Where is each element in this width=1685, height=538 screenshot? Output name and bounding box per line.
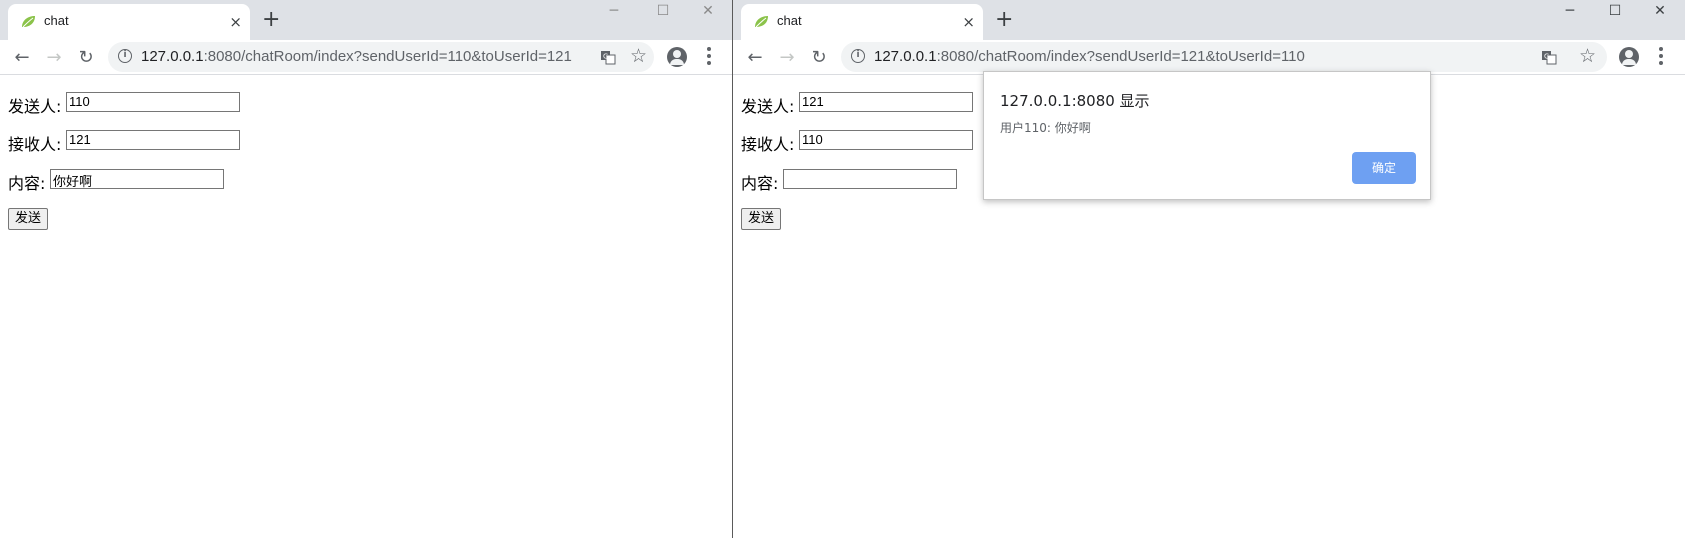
address-bar[interactable]: i 127.0.0.1:8080/chatRoom/index?sendUser… [841,42,1607,72]
tab-chat[interactable]: chat × [741,4,983,40]
content-input[interactable] [783,169,957,189]
alert-message: 用户110: 你好啊 [1000,121,1091,135]
content-label: 内容: [8,174,46,193]
tab-title: chat [777,13,802,28]
menu-icon[interactable] [1659,47,1663,67]
url-text[interactable]: 127.0.0.1:8080/chatRoom/index?sendUserId… [141,48,572,65]
toolbar: ← → ↻ i 127.0.0.1:8080/chatRoom/index?se… [733,40,1685,75]
sender-label: 发送人: [741,97,795,116]
send-button[interactable]: 发送 [8,208,49,230]
page-content: 发送人: 110 接收人: 121 内容: 你好啊 发送 [0,75,732,538]
sender-label: 发送人: [8,97,62,116]
receiver-input[interactable]: 110 [799,130,973,150]
forward-icon[interactable]: → [42,46,66,70]
browser-window-left: chat × + ─ ☐ ✕ ← → ↻ i 127.0.0.1:8080/ch… [0,0,733,538]
receiver-label: 接收人: [8,135,62,154]
svg-text:G: G [603,53,608,61]
close-window-button[interactable]: ✕ [688,0,728,30]
back-icon[interactable]: ← [10,46,34,70]
bookmark-star-icon[interactable]: ☆ [630,45,647,67]
spring-leaf-icon [22,16,35,28]
tab-close-icon[interactable]: × [229,14,242,30]
sender-input[interactable]: 110 [66,92,240,112]
translate-icon[interactable]: G [600,49,616,65]
info-icon[interactable]: i [118,49,132,63]
alert-dialog: 127.0.0.1:8080 显示 用户110: 你好啊 确定 [983,71,1431,200]
info-icon[interactable]: i [851,49,865,63]
content-label: 内容: [741,174,779,193]
new-tab-button[interactable]: + [262,8,280,32]
menu-icon[interactable] [707,47,711,67]
spring-leaf-icon [755,16,768,28]
address-bar[interactable]: i 127.0.0.1:8080/chatRoom/index?sendUser… [108,42,654,72]
receiver-input[interactable]: 121 [66,130,240,150]
sender-input[interactable]: 121 [799,92,973,112]
forward-icon[interactable]: → [775,46,799,70]
url-text[interactable]: 127.0.0.1:8080/chatRoom/index?sendUserId… [874,48,1305,65]
reload-icon[interactable]: ↻ [807,46,831,70]
profile-icon[interactable] [1619,47,1639,67]
svg-text:G: G [1544,53,1549,61]
translate-icon[interactable]: G [1541,49,1557,65]
new-tab-button[interactable]: + [995,8,1013,32]
minimize-button[interactable]: ─ [1550,0,1590,30]
toolbar: ← → ↻ i 127.0.0.1:8080/chatRoom/index?se… [0,40,732,75]
send-button[interactable]: 发送 [741,208,782,230]
close-window-button[interactable]: ✕ [1640,0,1680,30]
back-icon[interactable]: ← [743,46,767,70]
ok-button[interactable]: 确定 [1352,152,1416,184]
maximize-button[interactable]: ☐ [1595,0,1635,30]
tab-close-icon[interactable]: × [962,14,975,30]
alert-title: 127.0.0.1:8080 显示 [1000,92,1150,110]
receiver-label: 接收人: [741,135,795,154]
tab-chat[interactable]: chat × [8,4,250,40]
tab-title: chat [44,13,69,28]
content-input[interactable]: 你好啊 [50,169,224,189]
title-bar: chat × + ─ ☐ ✕ [0,0,732,40]
bookmark-star-icon[interactable]: ☆ [1579,45,1596,67]
maximize-button[interactable]: ☐ [643,0,683,30]
profile-icon[interactable] [667,47,687,67]
title-bar: chat × + ─ ☐ ✕ [733,0,1685,40]
reload-icon[interactable]: ↻ [74,46,98,70]
minimize-button[interactable]: ─ [594,0,634,30]
